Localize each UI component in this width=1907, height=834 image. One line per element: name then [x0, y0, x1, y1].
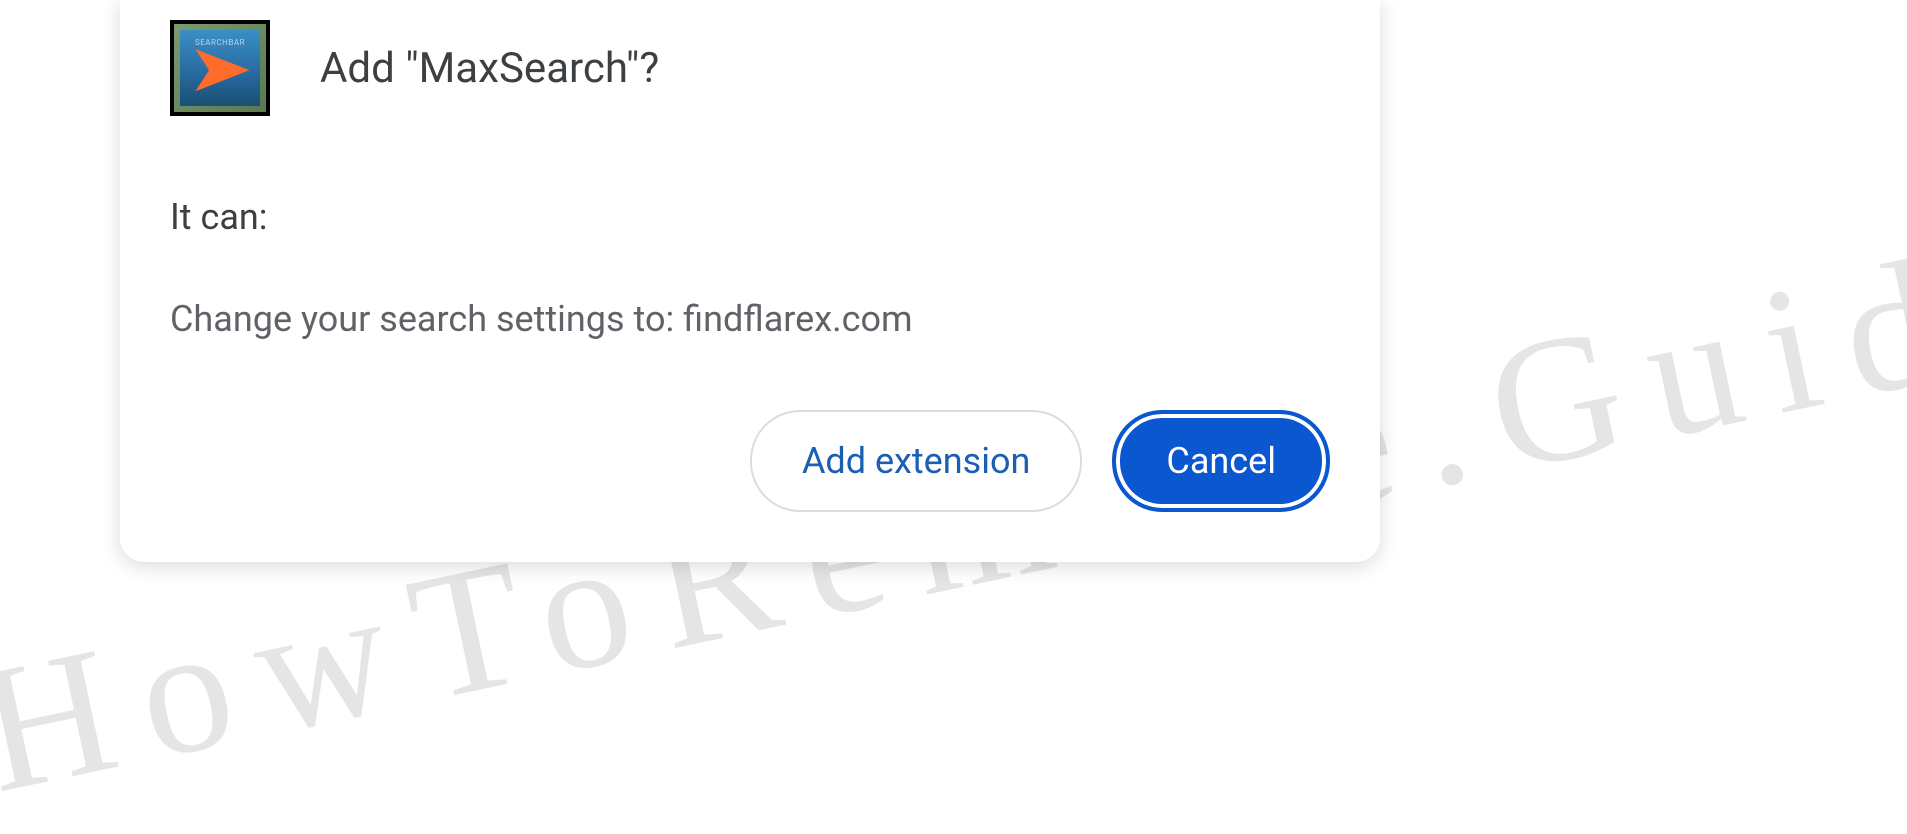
dialog-actions: Add extension Cancel [170, 410, 1330, 512]
extension-install-dialog: SEARCHBAR ➤ Add "MaxSearch"? It can: Cha… [120, 0, 1380, 562]
dialog-body: It can: Change your search settings to: … [170, 196, 1330, 340]
dialog-title: Add "MaxSearch"? [320, 44, 659, 93]
cancel-button[interactable]: Cancel [1112, 410, 1330, 512]
permission-item: Change your search settings to: findflar… [170, 298, 1330, 340]
add-extension-button[interactable]: Add extension [750, 410, 1082, 512]
extension-icon: SEARCHBAR ➤ [170, 20, 270, 116]
dialog-header: SEARCHBAR ➤ Add "MaxSearch"? [170, 20, 1330, 116]
permissions-heading: It can: [170, 196, 1330, 238]
